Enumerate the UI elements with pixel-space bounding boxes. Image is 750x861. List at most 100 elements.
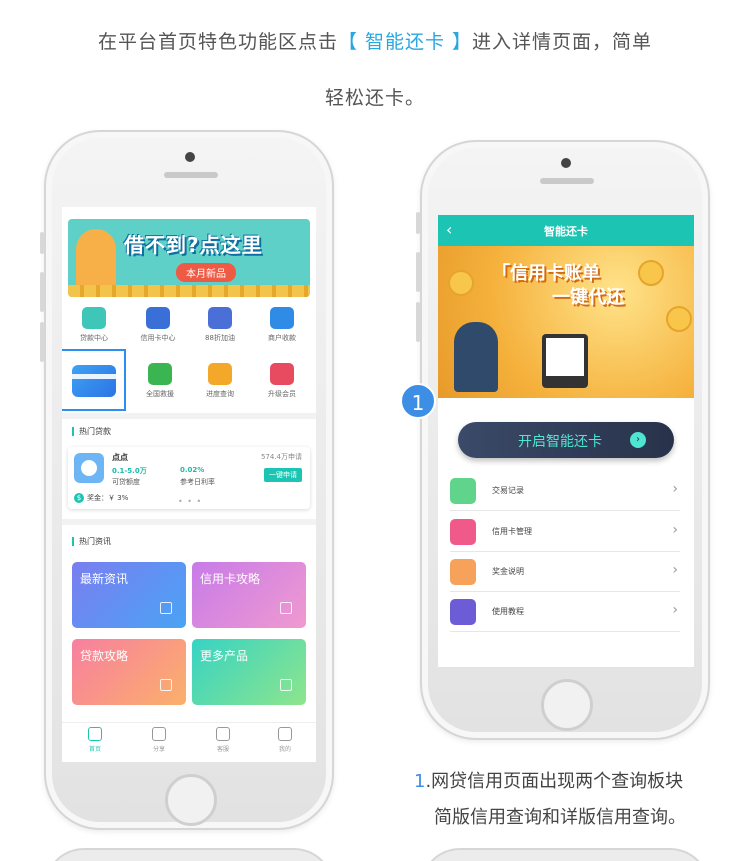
tile-label: 更多产品 <box>200 649 249 663</box>
loan-center-icon <box>82 307 106 329</box>
caption-line2: 简版信用查询和详版信用查询。 <box>434 807 686 828</box>
grid-item-fuel[interactable]: 88折加油 <box>190 307 250 343</box>
section-divider <box>62 413 316 419</box>
grid-item-loan-center[interactable]: 贷款中心 <box>64 307 124 343</box>
intro-text: 在平台首页特色功能区点击【 智能还卡 】进入详情页面，简单 轻松还卡。 <box>0 14 750 126</box>
fuel-icon <box>208 307 232 329</box>
grid-label: 88折加油 <box>205 334 235 342</box>
bonus-text: $ 奖金：￥ 3% <box>74 493 128 503</box>
daily-rate: 0.02% <box>180 466 205 474</box>
tab-share[interactable]: 分享 <box>134 727 184 753</box>
grid-item-rescue[interactable]: 全国救援 <box>130 363 190 399</box>
card-icon <box>280 602 292 614</box>
bonus-info-icon <box>450 559 476 585</box>
phone-home-screen: 借不到?点这里 本月新品 贷款中心 信用卡中心 88折加油 商户收款 全国救援 … <box>40 130 334 830</box>
tab-service[interactable]: 客服 <box>198 727 248 753</box>
grid-item-progress-query[interactable]: 进度查询 <box>190 363 250 399</box>
home-button[interactable] <box>165 774 217 826</box>
product-name: 点点 <box>112 453 128 462</box>
home-screen: 借不到?点这里 本月新品 贷款中心 信用卡中心 88折加油 商户收款 全国救援 … <box>62 207 316 762</box>
smart-repay-card-highlight[interactable] <box>62 349 126 411</box>
note-icon <box>160 679 172 691</box>
banner-badge: 本月新品 <box>176 263 236 282</box>
section-divider <box>62 519 316 525</box>
mascot-illustration <box>76 229 116 293</box>
caption-number: 1 <box>414 771 426 792</box>
daily-rate-label: 参考日利率 <box>180 478 215 486</box>
merchant-icon <box>270 307 294 329</box>
hot-loans-title: 热门贷款 <box>72 427 111 436</box>
headset-icon <box>216 727 230 741</box>
intro-line1-prefix: 在平台首页特色功能区点击 <box>97 31 338 53</box>
grid-label: 全国救援 <box>146 390 174 398</box>
menu-tutorial[interactable]: 使用教程 › <box>450 592 680 632</box>
caption-text: 1.网贷信用页面出现两个查询板块 简版信用查询和详版信用查询。 <box>414 764 744 836</box>
promo-banner[interactable]: 借不到?点这里 本月新品 <box>68 219 310 297</box>
home-button[interactable] <box>541 679 593 731</box>
hot-news-title: 热门资讯 <box>72 537 111 546</box>
next-phone-peek-right <box>420 848 710 861</box>
chevron-right-icon: › <box>672 522 678 538</box>
carousel-dots: • • • <box>178 497 203 506</box>
grid-item-credit-card-center[interactable]: 信用卡中心 <box>128 307 188 343</box>
vip-diamond-icon <box>270 363 294 385</box>
tab-profile[interactable]: 我的 <box>260 727 310 753</box>
grid-label: 升级会员 <box>268 390 296 398</box>
arrow-right-icon: › <box>630 432 646 448</box>
intro-line2: 轻松还卡。 <box>324 87 425 109</box>
bottom-tab-bar: 首页 分享 客服 我的 <box>62 722 316 762</box>
tab-home[interactable]: 首页 <box>70 727 120 753</box>
step-badge: 1 <box>400 383 436 419</box>
tile-latest-news[interactable]: 最新资讯 <box>72 562 186 628</box>
grid-label: 进度查询 <box>206 390 234 398</box>
share-icon <box>152 727 166 741</box>
grid-label: 贷款中心 <box>80 334 108 342</box>
coins-decoration <box>68 285 310 297</box>
tile-loan-guide[interactable]: 贷款攻略 <box>72 639 186 705</box>
menu-transaction-record[interactable]: 交易记录 › <box>450 471 680 511</box>
pos-device-illustration <box>542 334 588 388</box>
tile-label: 信用卡攻略 <box>200 572 261 586</box>
menu-card-manage[interactable]: 信用卡管理 › <box>450 512 680 552</box>
document-icon <box>160 602 172 614</box>
chevron-right-icon: › <box>672 562 678 578</box>
rescue-truck-icon <box>148 363 172 385</box>
user-icon <box>278 727 292 741</box>
grid-label: 商户收款 <box>268 334 296 342</box>
banner-title: 借不到?点这里 <box>124 233 263 257</box>
menu-bonus-info[interactable]: 奖金说明 › <box>450 552 680 592</box>
credit-card-center-icon <box>146 307 170 329</box>
card-manage-icon <box>450 519 476 545</box>
grid-item-vip[interactable]: 升级会员 <box>252 363 312 399</box>
caption-line1: .网贷信用页面出现两个查询板块 <box>425 771 684 792</box>
tile-more-products[interactable]: 更多产品 <box>192 639 306 705</box>
apply-button[interactable]: 一键申请 <box>264 468 302 482</box>
speaker-grille <box>164 172 218 178</box>
loan-range-label: 可贷额度 <box>112 478 140 486</box>
loan-range: 0.1-5.0万 <box>112 467 147 475</box>
chevron-right-icon: › <box>672 602 678 618</box>
nav-bar: ‹ 智能还卡 <box>438 215 694 246</box>
page-title: 智能还卡 <box>544 225 588 238</box>
speaker-grille <box>540 178 594 184</box>
camera-dot <box>561 158 571 168</box>
businessman-illustration <box>454 322 498 392</box>
repay-banner: 「信用卡账单 一键代还 <box>438 246 694 398</box>
grid-item-merchant[interactable]: 商户收款 <box>252 307 312 343</box>
banner-headline: 「信用卡账单 一键代还 <box>492 263 624 308</box>
product-logo-icon <box>74 453 104 483</box>
application-count: 574.4万申请 <box>260 453 302 461</box>
credit-card-icon <box>72 357 116 397</box>
next-phone-peek-left <box>44 848 334 861</box>
chevron-right-icon: › <box>672 481 678 497</box>
home-icon <box>88 727 102 741</box>
open-smart-repay-button[interactable]: 开启智能还卡 › <box>458 422 674 458</box>
intro-line1-suffix: 进入详情页面，简单 <box>472 31 653 53</box>
camera-dot <box>185 152 195 162</box>
grid-label: 信用卡中心 <box>140 334 176 342</box>
tile-credit-card-guide[interactable]: 信用卡攻略 <box>192 562 306 628</box>
transaction-record-icon <box>450 478 476 504</box>
tile-label: 最新资讯 <box>80 572 129 586</box>
tile-label: 贷款攻略 <box>80 649 129 663</box>
loan-product-card[interactable]: 点点 574.4万申请 0.1-5.0万 0.02% 可贷额度 参考日利率 一键… <box>68 447 310 509</box>
